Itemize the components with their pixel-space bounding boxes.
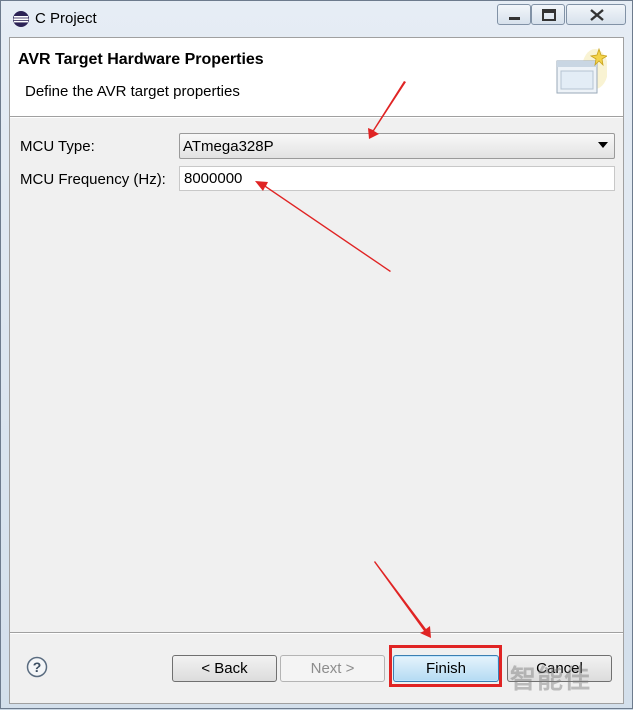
mcu-frequency-label: MCU Frequency (Hz): [20,171,166,188]
title-bar[interactable]: C Project [1,1,632,37]
watermark: 智能佳 [510,664,592,694]
close-icon [590,9,604,21]
mcu-type-label: MCU Type: [20,138,95,155]
header-separator-highlight [10,117,623,118]
finish-highlight-box [389,645,502,687]
page-description: Define the AVR target properties [25,83,240,100]
minimize-button[interactable] [497,4,531,25]
back-button[interactable]: < Back [172,655,277,682]
mcu-type-select[interactable]: ATmega328P [179,133,615,159]
wizard-banner-icon [555,47,609,101]
minimize-icon [509,17,520,20]
help-icon[interactable]: ? [26,656,48,678]
eclipse-icon [12,10,30,28]
dialog-window: C Project AVR Target Hardware Properties… [0,0,633,709]
mcu-frequency-value: 8000000 [184,170,243,187]
window-title: C Project [35,10,97,27]
svg-text:?: ? [33,659,42,675]
next-button[interactable]: Next > [280,655,385,682]
maximize-button[interactable] [531,4,565,25]
page-title: AVR Target Hardware Properties [18,51,264,68]
wizard-header: AVR Target Hardware Properties Define th… [10,38,623,116]
wizard-page: AVR Target Hardware Properties Define th… [9,37,624,704]
chevron-down-icon [598,142,608,148]
maximize-icon [542,9,556,21]
close-button[interactable] [566,4,626,25]
mcu-frequency-field[interactable]: 8000000 [179,166,615,191]
mcu-type-value: ATmega328P [183,138,274,155]
footer-separator-highlight [10,633,623,634]
